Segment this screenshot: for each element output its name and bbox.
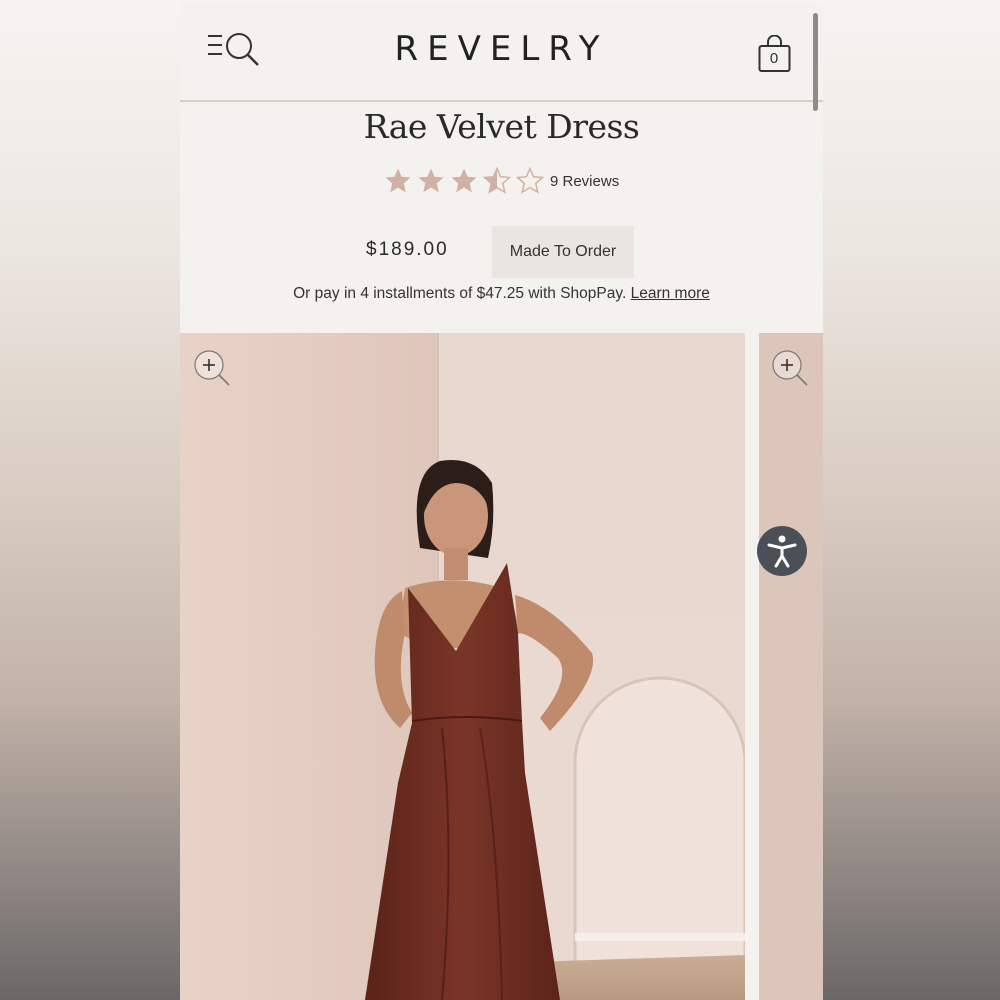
rating-stars[interactable]: 9 Reviews [383,165,619,197]
star-half-icon [482,166,512,194]
product-photo [180,333,745,1000]
header-divider [180,100,823,102]
reviews-link[interactable]: 9 Reviews [550,173,619,190]
cart-count: 0 [769,50,779,67]
installments-text: Or pay in 4 installments of $47.25 with … [293,285,627,302]
learn-more-link[interactable]: Learn more [631,285,710,302]
accessibility-button[interactable] [757,526,807,576]
star-full-icon [385,168,411,193]
product-price: $189.00 [366,239,449,260]
installments-info: Or pay in 4 installments of $47.25 with … [180,285,823,303]
scrollbar[interactable] [813,13,818,111]
star-full-icon [451,168,477,193]
star-empty-icon [515,166,545,194]
site-logo[interactable]: REVELRY [180,29,823,69]
product-image-main[interactable] [180,333,745,1000]
product-image-next[interactable] [759,333,823,1000]
mobile-screen: REVELRY 0 Rae Velvet Dress 9 Reviews $18… [180,3,823,1000]
availability-badge: Made To Order [492,226,634,278]
cart-button[interactable]: 0 [758,34,796,75]
zoom-in-icon[interactable] [192,348,232,388]
site-header: REVELRY 0 [180,3,823,102]
product-title: Rae Velvet Dress [363,107,640,146]
star-full-icon [418,168,444,193]
zoom-in-icon[interactable] [770,348,810,388]
accessibility-icon [767,535,797,568]
